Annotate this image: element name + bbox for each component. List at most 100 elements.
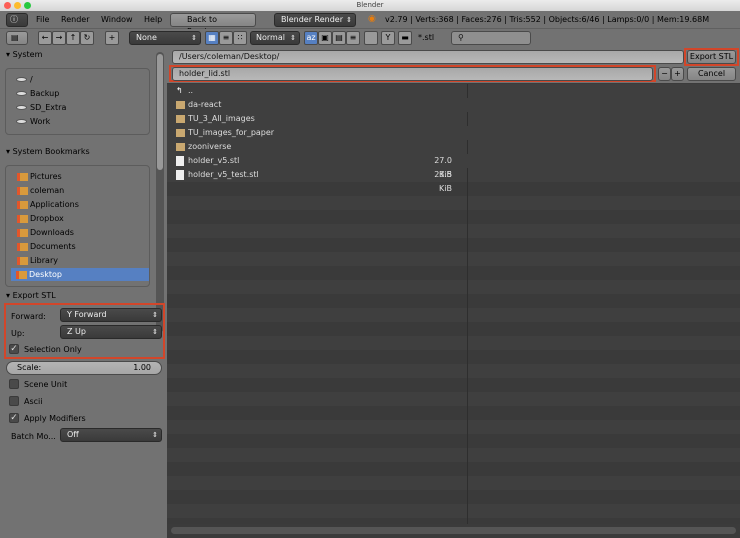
parent-arrow-icon: ↰: [176, 86, 183, 95]
render-engine-select[interactable]: Blender Render: [274, 13, 356, 27]
bookmark-item[interactable]: Pictures: [12, 170, 149, 183]
recent-select[interactable]: None: [129, 31, 201, 45]
folder-filter-icon[interactable]: ▬: [398, 31, 412, 45]
blender-logo-icon: ◉: [368, 14, 376, 24]
system-item[interactable]: SD_Extra: [12, 101, 150, 114]
refresh-icon[interactable]: ↻: [80, 31, 94, 45]
sort-size-icon[interactable]: ≡: [346, 31, 360, 45]
scale-value: 1.00: [133, 363, 151, 372]
search-input[interactable]: ⚲: [451, 31, 531, 45]
selection-only-label: Selection Only: [24, 345, 82, 354]
directory-path-input[interactable]: /Users/coleman/Desktop/: [172, 50, 684, 64]
menu-file[interactable]: File: [36, 15, 49, 24]
thumbnails-icon[interactable]: ∷: [233, 31, 247, 45]
sort-alpha-icon[interactable]: az: [304, 31, 318, 45]
hidden-files-icon[interactable]: [364, 31, 378, 45]
filter-text: *.stl: [418, 33, 435, 42]
apply-modifiers-checkbox[interactable]: ✓: [9, 413, 19, 423]
menu-help[interactable]: Help: [144, 15, 162, 24]
folder-icon: [17, 229, 28, 237]
filename-input[interactable]: holder_lid.stl: [172, 67, 653, 81]
system-item[interactable]: Backup: [12, 87, 150, 100]
menu-window[interactable]: Window: [101, 15, 133, 24]
bookmark-item[interactable]: Dropbox: [12, 212, 149, 225]
scene-stats: v2.79 | Verts:368 | Faces:276 | Tris:552…: [385, 15, 710, 24]
new-folder-icon[interactable]: +: [105, 31, 119, 45]
menu-render[interactable]: Render: [61, 15, 89, 24]
folder-row[interactable]: zooniverse: [167, 140, 740, 154]
folder-icon: [17, 187, 28, 195]
display-size-label: Normal: [256, 33, 285, 42]
system-item-label: /: [30, 75, 33, 84]
file-name: da-react: [188, 100, 222, 109]
system-title: System: [12, 50, 43, 59]
bookmark-item[interactable]: Applications: [12, 198, 149, 211]
zoom-window-button[interactable]: [24, 2, 31, 9]
short-list-icon[interactable]: ▦: [205, 31, 219, 45]
forward-label: Forward:: [11, 312, 46, 321]
minimize-window-button[interactable]: [14, 2, 21, 9]
bookmark-item[interactable]: Downloads: [12, 226, 149, 239]
scale-slider[interactable]: Scale: 1.00: [6, 361, 162, 375]
long-list-icon[interactable]: ≡: [219, 31, 233, 45]
bookmarks-panel-header[interactable]: ▾ System Bookmarks: [6, 147, 90, 156]
file-row[interactable]: holder_v5_test.stl 23.5 KiB: [167, 168, 740, 193]
export-stl-button[interactable]: Export STL: [687, 50, 736, 64]
bookmark-item[interactable]: Documents: [12, 240, 149, 253]
bookmark-item[interactable]: coleman: [12, 184, 149, 197]
selection-only-checkbox[interactable]: ✓: [9, 344, 19, 354]
forward-value: Y Forward: [67, 310, 107, 319]
file-row[interactable]: holder_v5.stl 27.0 KiB: [167, 154, 740, 179]
back-to-previous-button[interactable]: Back to Previous: [170, 13, 256, 36]
sort-ext-icon[interactable]: ▣: [318, 31, 332, 45]
ascii-checkbox[interactable]: [9, 396, 19, 406]
parent-dir-row[interactable]: ↰..: [167, 84, 740, 98]
batch-mode-select[interactable]: Off: [60, 428, 162, 442]
editor-type-icon[interactable]: ⓘ: [6, 13, 28, 27]
sort-time-icon[interactable]: ▤: [332, 31, 346, 45]
ascii-label: Ascii: [24, 397, 43, 406]
forward-axis-select[interactable]: Y Forward: [60, 308, 162, 322]
horizontal-scrollbar[interactable]: [171, 527, 736, 534]
up-label: Up:: [11, 329, 25, 338]
folder-row[interactable]: TU_3_All_images: [167, 112, 740, 126]
file-name: holder_v5.stl: [188, 156, 240, 165]
bookmarks-title: System Bookmarks: [12, 147, 90, 156]
scene-unit-label: Scene Unit: [24, 380, 68, 389]
file-icon: [176, 170, 184, 180]
parent-dir-icon[interactable]: ↑: [66, 31, 80, 45]
folder-row[interactable]: da-react: [167, 98, 740, 112]
forward-arrow-icon[interactable]: →: [52, 31, 66, 45]
folder-row[interactable]: TU_images_for_paper: [167, 126, 740, 140]
cancel-button[interactable]: Cancel: [687, 67, 736, 81]
file-browser: /Users/coleman/Desktop/ Export STL holde…: [167, 48, 740, 538]
system-item[interactable]: /: [12, 73, 150, 86]
render-engine-label: Blender Render: [281, 15, 344, 24]
sidebar-scrollbar[interactable]: [156, 52, 164, 332]
system-item[interactable]: Work: [12, 115, 150, 128]
filter-icon[interactable]: Y: [381, 31, 395, 45]
info-header: ⓘ File Render Window Help Back to Previo…: [0, 11, 740, 36]
system-item-label: Backup: [30, 89, 60, 98]
scene-unit-checkbox[interactable]: [9, 379, 19, 389]
file-name: ..: [188, 86, 194, 95]
bookmark-item[interactable]: Library: [12, 254, 149, 267]
sidebar: ▾ System / Backup SD_Extra Work ▾ System…: [0, 48, 167, 538]
bookmark-item-active[interactable]: Desktop: [11, 268, 149, 281]
file-name: TU_images_for_paper: [188, 128, 275, 137]
bookmark-label: coleman: [30, 186, 65, 195]
editor-type-folder-icon[interactable]: ▤: [6, 31, 28, 45]
disk-icon: [16, 105, 27, 110]
display-size-select[interactable]: Normal: [250, 31, 300, 45]
decrement-filename-button[interactable]: −: [658, 67, 671, 81]
export-panel-header[interactable]: ▾ Export STL: [6, 291, 56, 300]
up-axis-select[interactable]: Z Up: [60, 325, 162, 339]
folder-icon: [16, 271, 27, 279]
system-panel-header[interactable]: ▾ System: [6, 50, 42, 59]
bookmark-label: Dropbox: [30, 214, 64, 223]
file-size: 23.5 KiB: [434, 170, 452, 193]
close-window-button[interactable]: [4, 2, 11, 9]
back-arrow-icon[interactable]: ←: [38, 31, 52, 45]
bookmark-label: Pictures: [30, 172, 62, 181]
increment-filename-button[interactable]: +: [671, 67, 684, 81]
